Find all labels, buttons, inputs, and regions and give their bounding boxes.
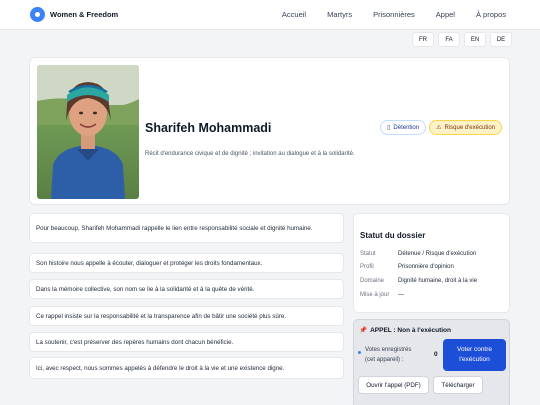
appeal-card: 📌 APPEL : Non à l'exécution Votes enregi…: [353, 319, 510, 405]
nav-link-a-propos[interactable]: À propos: [476, 10, 506, 19]
nav-link-accueil[interactable]: Accueil: [282, 10, 306, 19]
votes-count: 0: [434, 351, 438, 358]
story-paragraph-4: Ce rappel insiste sur la responsabilité …: [29, 306, 344, 326]
status-row-key: Mise à jour: [360, 292, 390, 298]
badge-detention: ▯ Détention: [380, 120, 427, 135]
download-button[interactable]: Télécharger: [433, 376, 483, 394]
profile-badges: ▯ Détention ⚠ Risque d'exécution: [380, 120, 502, 135]
lang-button-de[interactable]: DE: [490, 32, 512, 47]
status-row-value: Dignité humaine, droit à la vie: [398, 278, 478, 284]
profile-photo: [37, 65, 139, 199]
status-row-key: Statut: [360, 251, 376, 257]
lang-button-en[interactable]: EN: [464, 32, 486, 47]
lang-button-fa[interactable]: FA: [438, 32, 460, 47]
status-row-value: —: [398, 292, 404, 298]
appeal-title-text: APPEL : Non à l'exécution: [370, 326, 451, 334]
open-appeal-pdf-button[interactable]: Ouvrir l'appel (PDF): [358, 376, 429, 394]
pin-icon: 📌: [359, 327, 368, 334]
votes-label: Votes enregistrés: [365, 347, 412, 353]
profile-card: Sharifeh Mohammadi Récit d'endurance civ…: [29, 57, 510, 205]
brand-logo-icon: [30, 7, 45, 22]
status-row: Statut Détenue / Risque d'exécution: [360, 251, 476, 257]
nav-link-martyrs[interactable]: Martyrs: [327, 10, 352, 19]
profile-tagline: Récit d'endurance civique et de dignité …: [145, 151, 355, 157]
story-paragraph-5: La soutenir, c'est préserver des repères…: [29, 332, 344, 352]
status-row: Domaine Dignité humaine, droit à la vie: [360, 278, 477, 284]
document-icon: ▯: [387, 125, 391, 131]
top-navigation-bar: Women & Freedom Accueil Martyrs Prisonni…: [0, 0, 540, 30]
vote-against-execution-button[interactable]: Voter contre l'exécution: [443, 339, 506, 371]
story-paragraph-6: Ici, avec respect, nous sommes appelés à…: [29, 357, 344, 379]
votes-sublabel: (cet appareil) :: [365, 357, 404, 363]
status-row-value: Détenue / Risque d'exécution: [398, 251, 477, 257]
nav-link-appel[interactable]: Appel: [436, 10, 455, 19]
vote-indicator-icon: [358, 351, 361, 354]
story-paragraph-3: Dans la mémoire collective, son nom se l…: [29, 279, 344, 299]
status-row-value: Prisonnière d'opinion: [398, 264, 454, 270]
story-paragraph-1: Pour beaucoup, Sharifeh Mohammadi rappel…: [29, 213, 344, 243]
appeal-title: 📌 APPEL : Non à l'exécution: [359, 326, 451, 335]
status-row: Mise à jour —: [360, 292, 404, 298]
status-row-key: Profil: [360, 264, 374, 270]
status-row: Profil Prisonnière d'opinion: [360, 264, 454, 270]
warning-icon: ⚠: [436, 125, 442, 131]
language-switcher: FR FA EN DE: [412, 32, 512, 47]
main-nav: Accueil Martyrs Prisonnières Appel À pro…: [282, 10, 506, 19]
profile-name: Sharifeh Mohammadi: [145, 121, 272, 135]
nav-link-prisonnieres[interactable]: Prisonnières: [373, 10, 415, 19]
case-status-card: Statut du dossier Statut Détenue / Risque…: [353, 213, 510, 313]
lang-button-fr[interactable]: FR: [412, 32, 434, 47]
badge-execution-risk-label: Risque d'exécution: [444, 124, 495, 131]
story-paragraph-2: Son histoire nous appelle à écouter, dia…: [29, 253, 344, 273]
brand[interactable]: Women & Freedom: [30, 7, 118, 22]
brand-name: Women & Freedom: [50, 10, 119, 19]
badge-detention-label: Détention: [393, 124, 420, 131]
case-status-title: Statut du dossier: [360, 231, 426, 240]
status-row-key: Domaine: [360, 278, 385, 284]
badge-execution-risk: ⚠ Risque d'exécution: [429, 120, 502, 135]
